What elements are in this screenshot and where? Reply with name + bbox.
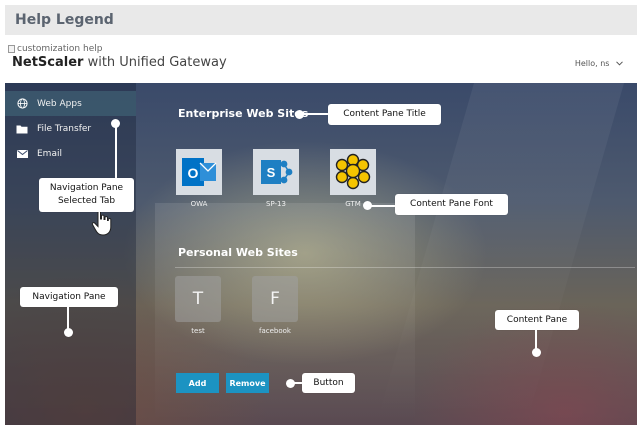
callout-content-pane: Content Pane [495, 310, 579, 330]
callout-dot [295, 109, 304, 119]
app-tile-owa[interactable]: O [176, 149, 222, 195]
svg-text:S: S [267, 165, 276, 180]
folder-icon [16, 125, 28, 133]
callout-text-line1: Navigation Pane [49, 183, 124, 193]
callout-content-pane-font: Content Pane Font [395, 194, 508, 215]
brand-bold: NetScaler [12, 55, 84, 70]
callout-button: Button [302, 373, 355, 393]
envelope-icon [16, 149, 28, 158]
svg-text:O: O [188, 165, 199, 181]
globe-icon [16, 98, 28, 109]
callout-navigation-pane: Navigation Pane [20, 287, 118, 307]
callout-line [114, 123, 117, 178]
outlook-icon: O [176, 149, 222, 195]
app-label-owa: OWA [190, 200, 208, 208]
broken-image-alt: customization help [17, 44, 103, 54]
callout-navigation-pane-selected-tab: Navigation Pane Selected Tab [39, 178, 134, 212]
user-greeting: Hello, ns [574, 59, 610, 68]
app-label-facebook: facebook [259, 327, 291, 335]
app-tile-test[interactable]: T [175, 276, 221, 322]
nav-item-label: Email [37, 148, 62, 159]
flower-icon [330, 149, 376, 195]
callout-dot [531, 348, 541, 357]
nav-item-label: File Transfer [37, 123, 92, 134]
customization-help-image: customization help [8, 44, 102, 54]
broken-image-icon [8, 45, 15, 53]
callout-line [367, 204, 395, 207]
brand-rest: with Unified Gateway [83, 55, 227, 70]
chevron-down-icon [616, 61, 623, 66]
add-button[interactable]: Add [176, 373, 219, 393]
nav-item-web-apps[interactable]: Web Apps [5, 91, 136, 116]
callout-text-line2: Selected Tab [57, 196, 116, 206]
nav-item-label: Web Apps [37, 98, 82, 109]
remove-button[interactable]: Remove [226, 373, 269, 393]
sharepoint-icon: S [253, 149, 299, 195]
app-label-test: test [191, 327, 205, 335]
app-label-sp13: SP-13 [266, 200, 286, 208]
personal-section-title: Personal Web Sites [178, 246, 298, 259]
enterprise-section-title: Enterprise Web Sites [178, 107, 309, 120]
callout-line [535, 330, 537, 350]
app-tile-sp13[interactable]: S [253, 149, 299, 195]
callout-dot [63, 328, 73, 337]
app-tile-gtm[interactable] [330, 149, 376, 195]
callout-content-pane-title: Content Pane Title [328, 104, 441, 125]
tile-letter: T [192, 289, 204, 309]
user-menu[interactable]: Hello, ns [575, 59, 623, 68]
app-header: customization help NetScaler with Unifie… [5, 43, 637, 83]
help-legend-title: Help Legend [15, 12, 114, 28]
app-tile-facebook[interactable]: F [252, 276, 298, 322]
section-divider [175, 267, 635, 268]
tile-letter: F [270, 289, 280, 309]
help-legend-bar: Help Legend [5, 5, 637, 35]
portal-stage: Web Apps File Transfer Email Enterprise … [5, 83, 637, 425]
brand-title: NetScaler with Unified Gateway [12, 55, 227, 70]
